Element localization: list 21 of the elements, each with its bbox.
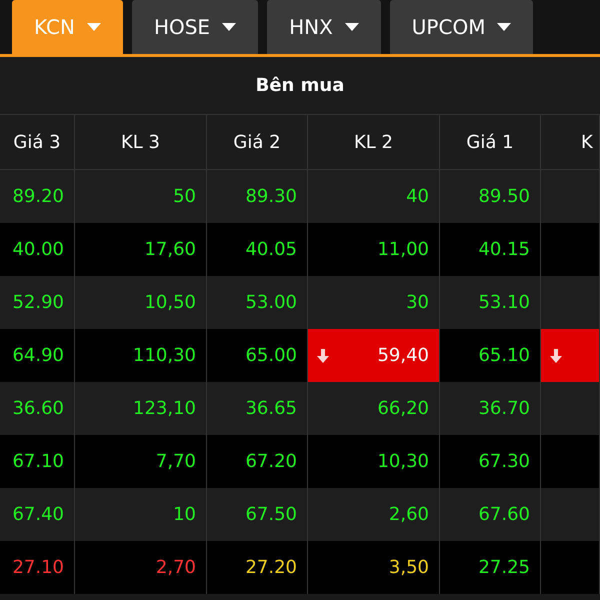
table-cell: 59,40 (308, 329, 440, 382)
market-tab[interactable]: HNX (267, 0, 381, 54)
column-header: KL 2 (354, 130, 393, 154)
caret-icon (497, 23, 512, 31)
column-header: Giá 2 (233, 130, 281, 154)
table-cell: 27.10 (0, 541, 75, 594)
table-cell: 27.25 (440, 541, 541, 594)
table-cell: 27.20 (207, 541, 308, 594)
market-tab[interactable]: HOSE (132, 0, 258, 54)
caret-icon (344, 23, 359, 31)
down-arrow-icon (316, 348, 330, 362)
market-tab[interactable]: UPCOM (390, 0, 534, 54)
column-header: Giá 1 (466, 130, 514, 154)
caret-icon (86, 23, 101, 31)
column-header: K (581, 130, 593, 154)
caret-icon (222, 23, 236, 31)
down-arrow-icon (549, 348, 563, 362)
column-header: KL 3 (120, 130, 160, 154)
table-cell: 3,50 (308, 541, 440, 594)
table-cell: 2,70 (75, 541, 207, 594)
column-header: Giá 3 (13, 130, 61, 154)
